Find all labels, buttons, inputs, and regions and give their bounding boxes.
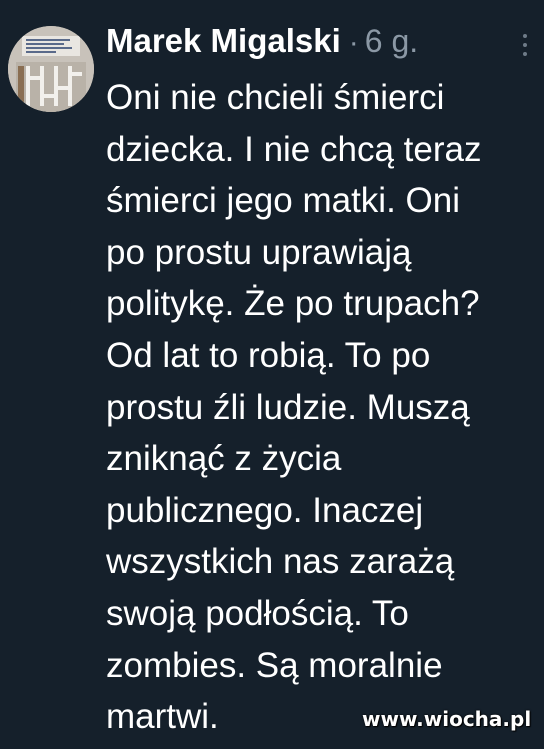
tweet-text-line: publicznego. Inaczej	[106, 490, 424, 530]
tweet-text-line: Od lat to robią. To po	[106, 335, 431, 375]
watermark: www.wiocha.pl	[362, 707, 532, 731]
tweet-header: Marek Migalski · 6 g.	[106, 22, 418, 66]
tweet-text-line: politykę. Że po trupach?	[106, 284, 480, 324]
tweet-text-line: dziecka. I nie chcą teraz	[106, 129, 482, 169]
more-vertical-icon	[515, 34, 535, 56]
tweet-text-line: śmierci jego matki. Oni	[106, 181, 460, 221]
tweet-text-line: zniknąć z życia	[106, 439, 342, 479]
tweet-text-line: wszystkich nas zarażą	[106, 542, 455, 582]
header-separator: ·	[348, 26, 359, 59]
tweet-text-line: Oni nie chcieli śmierci	[106, 78, 445, 117]
avatar-image	[8, 26, 94, 112]
tweet-text-line: po prostu uprawiają	[106, 232, 412, 272]
avatar[interactable]	[8, 26, 94, 112]
tweet-text-line: zombies. Są moralnie	[106, 645, 443, 685]
tweet-text-line: prostu źli ludzie. Muszą	[106, 387, 470, 427]
tweet-text-line: swoją podłością. To	[106, 593, 409, 633]
author-name[interactable]: Marek Migalski	[106, 22, 341, 60]
tweet-card: Marek Migalski · 6 g. Oni nie chcieli śm…	[0, 0, 544, 749]
tweet-text: Oni nie chcieli śmierci dziecka. I nie c…	[106, 72, 536, 743]
timestamp[interactable]: 6 g.	[365, 23, 418, 60]
more-options-button[interactable]	[515, 34, 535, 60]
